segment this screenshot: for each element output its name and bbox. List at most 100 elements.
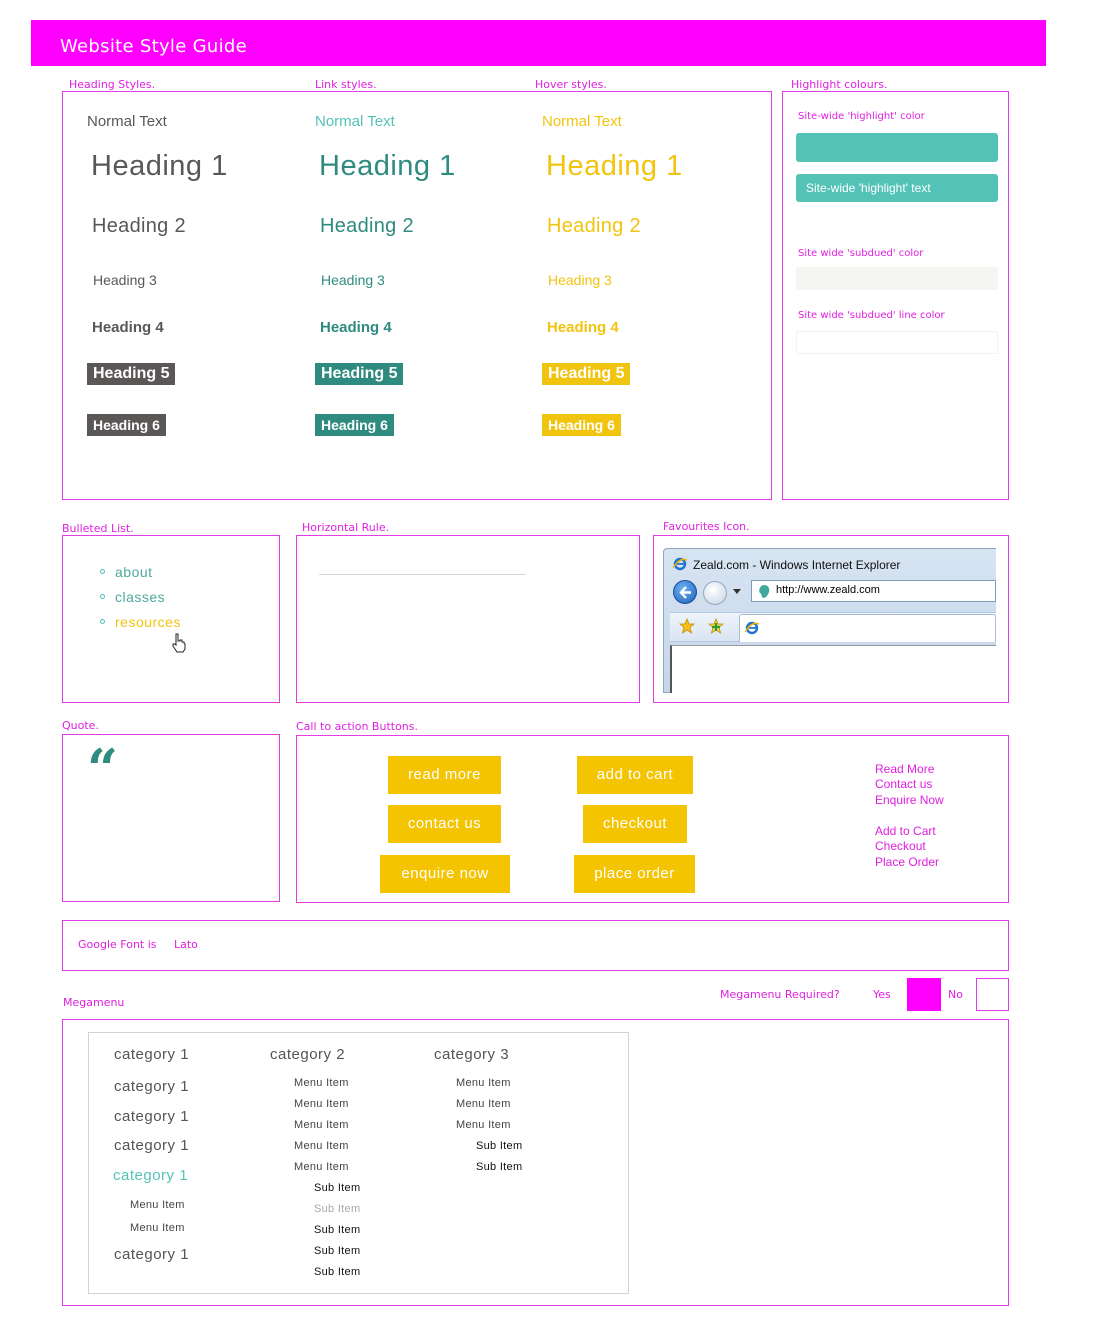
contact-us-link[interactable]: Contact us (875, 777, 932, 791)
google-font-label: Google Font is (78, 938, 157, 951)
megamenu-no-checkbox[interactable] (976, 978, 1009, 1011)
heading-4-link-style[interactable]: Heading 4 (320, 319, 392, 336)
heading-1-link-style[interactable]: Heading 1 (319, 150, 456, 183)
megamenu-yes-checkbox[interactable] (907, 978, 941, 1011)
megamenu-sub-item[interactable]: Sub Item (314, 1224, 360, 1236)
megamenu-sub-item-hover[interactable]: Sub Item (314, 1203, 360, 1215)
normal-text-hover-style[interactable]: Normal Text (542, 113, 622, 130)
heading-3-hover-style[interactable]: Heading 3 (548, 272, 612, 288)
list-item[interactable]: resources (100, 614, 181, 630)
place-order-button[interactable]: place order (574, 855, 695, 893)
place-order-link[interactable]: Place Order (875, 855, 939, 869)
list-item-label: classes (115, 589, 166, 605)
megamenu-item[interactable]: Menu Item (130, 1199, 185, 1211)
horizontal-rule-panel (296, 535, 640, 703)
megamenu-item[interactable]: Menu Item (294, 1119, 349, 1131)
heading-6-link-style[interactable]: Heading 6 (315, 414, 394, 436)
megamenu-item[interactable]: Menu Item (294, 1098, 349, 1110)
contact-us-button[interactable]: contact us (388, 805, 501, 843)
back-arrow-icon (679, 586, 691, 599)
heading-5-hover-style[interactable]: Heading 5 (542, 363, 631, 385)
horizontal-rule-sample (319, 574, 526, 575)
checkout-button[interactable]: checkout (583, 805, 687, 843)
megamenu-item[interactable]: Menu Item (294, 1161, 349, 1173)
megamenu-sub-item[interactable]: Sub Item (476, 1140, 522, 1152)
megamenu-required-label: Megamenu Required? (720, 988, 840, 1001)
heading-4-heading-style: Heading 4 (92, 319, 164, 336)
list-item-label: about (115, 564, 153, 580)
quote-mark-icon: “ (87, 737, 119, 801)
address-url: http://www.zeald.com (776, 584, 880, 596)
megamenu-item[interactable]: Menu Item (456, 1098, 511, 1110)
subdued-color-swatch (796, 267, 998, 290)
megamenu-category-header[interactable]: category 2 (270, 1046, 345, 1063)
heading-4-hover-style[interactable]: Heading 4 (547, 319, 619, 336)
add-favorite-icon[interactable] (708, 618, 724, 634)
heading-2-heading-style: Heading 2 (92, 215, 186, 237)
bullet-icon (100, 568, 105, 574)
heading-5-link-style[interactable]: Heading 5 (315, 363, 404, 385)
ie-tab-icon (745, 621, 759, 635)
heading-6-hover-style[interactable]: Heading 6 (542, 414, 621, 436)
megamenu-item[interactable]: Menu Item (130, 1222, 185, 1234)
checkout-link[interactable]: Checkout (875, 839, 926, 853)
google-font-value: Lato (174, 938, 198, 951)
heading-2-hover-style[interactable]: Heading 2 (547, 215, 641, 238)
hand-cursor-icon (172, 633, 186, 653)
page-title: Website Style Guide (60, 36, 247, 57)
forward-button[interactable] (703, 581, 727, 605)
google-font-panel: Google Font is Lato (62, 920, 1009, 971)
megamenu-category-active[interactable]: category 1 (113, 1167, 188, 1184)
megamenu-item[interactable]: Menu Item (294, 1140, 349, 1152)
megamenu-sub-item[interactable]: Sub Item (314, 1266, 360, 1278)
add-to-cart-button[interactable]: add to cart (577, 756, 693, 794)
add-to-cart-link[interactable]: Add to Cart (875, 824, 936, 838)
address-bar[interactable]: http://www.zeald.com (751, 580, 996, 602)
back-button[interactable] (673, 580, 697, 604)
megamenu-category[interactable]: category 1 (114, 1108, 189, 1125)
megamenu-sub-item[interactable]: Sub Item (314, 1245, 360, 1257)
megamenu-item[interactable]: Menu Item (294, 1077, 349, 1089)
heading-1-heading-style: Heading 1 (91, 150, 228, 182)
heading-5-heading-style: Heading 5 (87, 363, 176, 385)
megamenu-category[interactable]: category 1 (114, 1078, 189, 1095)
megamenu-no-label: No (948, 988, 963, 1001)
favourites-icon-label: Favourites Icon. (663, 520, 750, 533)
megamenu-item[interactable]: Menu Item (456, 1119, 511, 1131)
megamenu-sub-item[interactable]: Sub Item (476, 1161, 522, 1173)
megamenu-category[interactable]: category 1 (114, 1046, 189, 1063)
subdued-color-label: Site wide 'subdued' color (798, 248, 924, 259)
highlight-text-swatch: Site-wide 'highlight' text (796, 174, 998, 202)
megamenu-item[interactable]: Menu Item (456, 1077, 511, 1089)
normal-text-link-style[interactable]: Normal Text (315, 113, 395, 130)
highlight-color-label: Site-wide 'highlight' color (798, 111, 925, 122)
list-item-label: resources (115, 614, 181, 630)
cta-buttons-label: Call to action Buttons. (296, 720, 418, 733)
browser-title: Zeald.com - Windows Internet Explorer (693, 558, 901, 572)
highlight-text-label: Site-wide 'highlight' text (806, 181, 931, 195)
quote-panel: “ (62, 734, 280, 902)
megamenu-dropdown: category 1 category 1 category 1 categor… (88, 1032, 629, 1294)
megamenu-label: Megamenu (63, 996, 125, 1009)
browser-tab[interactable] (739, 614, 996, 642)
list-item[interactable]: about (100, 564, 153, 580)
heading-2-link-style[interactable]: Heading 2 (320, 215, 414, 238)
heading-6-heading-style: Heading 6 (87, 414, 166, 436)
megamenu-category[interactable]: category 1 (114, 1246, 189, 1263)
read-more-link[interactable]: Read More (875, 762, 934, 776)
enquire-now-button[interactable]: enquire now (380, 855, 510, 893)
heading-1-hover-style[interactable]: Heading 1 (546, 150, 683, 183)
heading-styles-panel: Normal Text Heading 1 Heading 2 Heading … (62, 91, 772, 500)
enquire-now-link[interactable]: Enquire Now (875, 793, 944, 807)
heading-3-link-style[interactable]: Heading 3 (321, 272, 385, 288)
megamenu-category-header[interactable]: category 3 (434, 1046, 509, 1063)
chevron-down-icon[interactable] (733, 589, 741, 595)
bulleted-list-label: Bulleted List. (62, 522, 134, 535)
favorites-star-icon[interactable] (679, 618, 695, 634)
megamenu-sub-item[interactable]: Sub Item (314, 1182, 360, 1194)
heading-3-heading-style: Heading 3 (93, 272, 157, 288)
bullet-icon (100, 618, 105, 624)
list-item[interactable]: classes (100, 589, 165, 605)
read-more-button[interactable]: read more (388, 756, 501, 794)
megamenu-category[interactable]: category 1 (114, 1137, 189, 1154)
